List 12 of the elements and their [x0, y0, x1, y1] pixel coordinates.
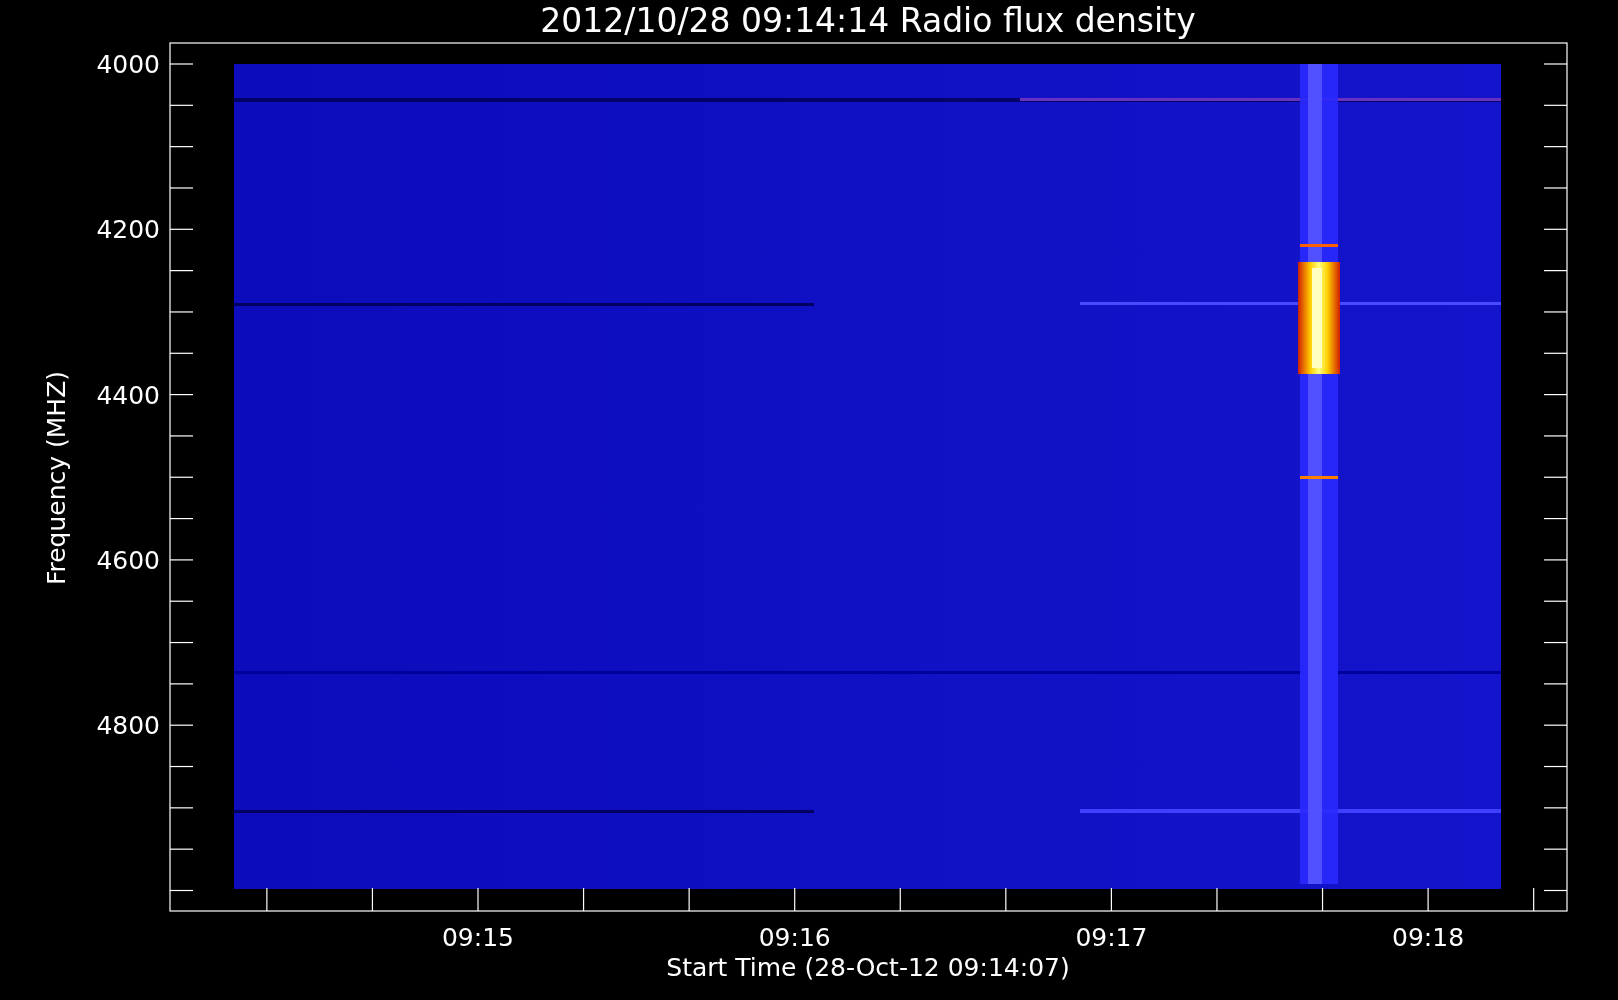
x-tick-label: 09:15 — [442, 923, 514, 952]
y-tick-label: 4200 — [96, 215, 160, 245]
x-tick-label: 09:18 — [1392, 923, 1465, 952]
x-tick-label: 09:16 — [758, 923, 831, 952]
y-tick-label: 4400 — [96, 380, 160, 410]
y-axis-label: Frequency (MHZ) — [42, 370, 71, 586]
y-tick-label: 4600 — [96, 545, 160, 575]
x-tick-label: 09:17 — [1075, 923, 1148, 952]
y-tick-label: 4000 — [96, 50, 160, 79]
y-tick-label: 4800 — [96, 711, 160, 741]
chart-title: 2012/10/28 09:14:14 Radio flux density — [540, 1, 1196, 40]
x-axis-label: Start Time (28-Oct-12 09:14:07) — [666, 953, 1070, 982]
